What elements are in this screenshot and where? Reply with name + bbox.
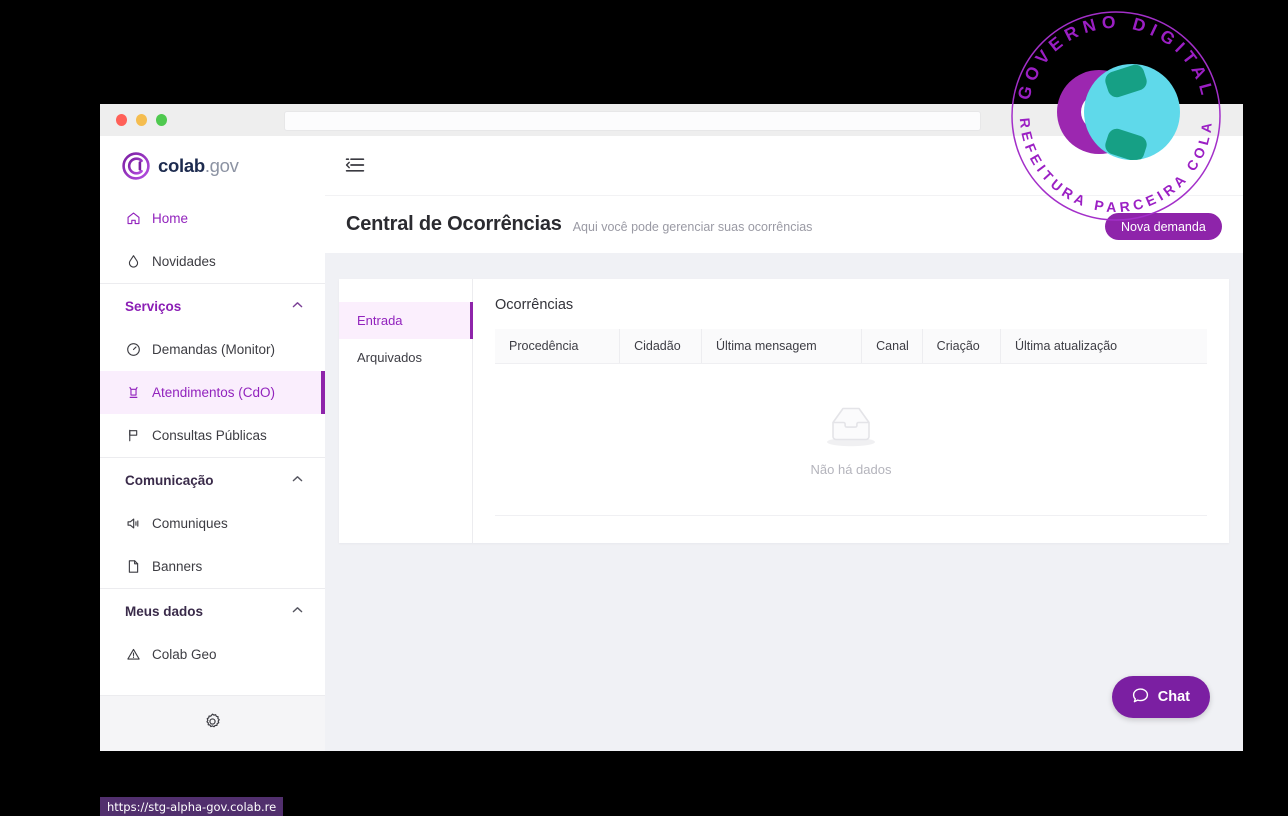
tab-label: Entrada xyxy=(357,313,403,328)
table-body: Não há dados xyxy=(495,363,1207,516)
chevron-up-icon xyxy=(292,475,303,486)
flame-icon xyxy=(125,254,141,270)
home-icon xyxy=(125,211,141,227)
occurrences-table-wrap: Procedência Cidadão Última mensagem Cana… xyxy=(495,329,1207,516)
window-minimize-button[interactable] xyxy=(136,114,147,126)
ocorrencias-panel: Ocorrências Procedência Cidadão Última m… xyxy=(473,279,1229,543)
sidebar-item-colab-geo[interactable]: Colab Geo xyxy=(100,633,325,676)
column-header-ultima-mensagem[interactable]: Última mensagem xyxy=(700,329,862,364)
sidebar-item-atendimentos-cdo[interactable]: Atendimentos (CdO) xyxy=(100,371,325,414)
column-header-criacao[interactable]: Criação xyxy=(921,329,1001,364)
sidebar-footer xyxy=(100,695,325,751)
status-url-tooltip: https://stg-alpha-gov.colab.re xyxy=(100,797,284,816)
window-close-button[interactable] xyxy=(116,114,127,126)
topbar xyxy=(325,136,1243,195)
tab-label: Arquivados xyxy=(357,350,423,365)
sidebar-item-label: Comuniques xyxy=(152,516,228,531)
document-icon xyxy=(125,559,141,575)
map-marker-icon xyxy=(125,647,141,663)
chat-button[interactable]: Chat xyxy=(1111,676,1210,718)
sidebar-item-comuniques[interactable]: Comuniques xyxy=(100,502,325,545)
flag-icon xyxy=(125,428,141,444)
sidebar-item-novidades[interactable]: Novidades xyxy=(100,240,325,283)
sidebar-group-comunicacao[interactable]: Comunicação xyxy=(100,457,325,502)
chat-bubble-icon xyxy=(1132,687,1149,708)
nova-demanda-label: Nova demanda xyxy=(1121,219,1206,234)
sidebar-group-servicos[interactable]: Serviços xyxy=(100,283,325,328)
card-tabs: Entrada Arquivados xyxy=(339,279,473,543)
sidebar-item-banners[interactable]: Banners xyxy=(100,545,325,588)
sidebar-item-label: Colab Geo xyxy=(152,647,217,662)
occurrences-table: Procedência Cidadão Última mensagem Cana… xyxy=(495,329,1207,516)
sidebar-nav: Home Novidades Serviços Demandas (Monito… xyxy=(100,195,325,695)
tab-entrada[interactable]: Entrada xyxy=(339,302,473,339)
chevron-up-icon xyxy=(292,606,303,617)
brand-name-suffix: .gov xyxy=(204,154,239,176)
svg-text:GOVERNO DIGITAL: GOVERNO DIGITAL xyxy=(1013,12,1218,102)
window-maximize-button[interactable] xyxy=(156,114,167,126)
nova-demanda-button[interactable]: Nova demanda xyxy=(1105,213,1222,240)
ocorrencias-card: Entrada Arquivados Ocorrências Procedênc… xyxy=(339,279,1229,543)
sidebar-item-consultas-publicas[interactable]: Consultas Públicas xyxy=(100,414,325,457)
empty-state-text: Não há dados xyxy=(810,461,892,477)
gear-icon[interactable] xyxy=(203,712,222,736)
empty-state-cell: Não há dados xyxy=(495,363,1207,516)
app-viewport: colab.gov Home Novidades Serviços Demand… xyxy=(100,136,1243,751)
speaker-icon xyxy=(125,516,141,532)
sidebar-group-label: Serviços xyxy=(125,298,182,314)
sidebar-group-label: Comunicação xyxy=(125,472,214,488)
sidebar-item-label: Consultas Públicas xyxy=(152,428,267,443)
sidebar-item-label: Novidades xyxy=(152,254,216,269)
panel-title: Ocorrências xyxy=(495,297,574,313)
table-header: Procedência Cidadão Última mensagem Cana… xyxy=(495,329,1207,364)
tab-arquivados[interactable]: Arquivados xyxy=(339,339,472,376)
column-header-canal[interactable]: Canal xyxy=(861,329,923,364)
sidebar-item-demandas-monitor[interactable]: Demandas (Monitor) xyxy=(100,328,325,371)
browser-chrome xyxy=(100,104,1243,136)
brand-logo-area[interactable]: colab.gov xyxy=(100,136,325,195)
brand-text: colab.gov xyxy=(158,155,239,177)
sidebar-item-label: Home xyxy=(152,211,189,226)
browser-window: colab.gov Home Novidades Serviços Demand… xyxy=(100,104,1243,751)
main-content: Entrada Arquivados Ocorrências Procedênc… xyxy=(325,253,1243,751)
sidebar-group-meus-dados[interactable]: Meus dados xyxy=(100,588,325,633)
column-header-cidadao[interactable]: Cidadão xyxy=(619,329,702,364)
sidebar-group-label: Meus dados xyxy=(125,603,204,619)
empty-inbox-icon xyxy=(819,402,883,454)
chevron-up-icon xyxy=(292,301,303,312)
sidebar: colab.gov Home Novidades Serviços Demand… xyxy=(100,136,325,751)
page-subtitle: Aqui você pode gerenciar suas ocorrência… xyxy=(572,219,813,234)
chat-label: Chat xyxy=(1157,689,1190,705)
column-header-ultima-atualizacao[interactable]: Última atualização xyxy=(999,329,1207,364)
megaphone-icon xyxy=(125,385,141,401)
page-title: Central de Ocorrências xyxy=(346,213,562,235)
seal-top-text: GOVERNO DIGITAL xyxy=(1013,12,1213,102)
status-url-text: https://stg-alpha-gov.colab.re xyxy=(107,799,277,814)
empty-state: Não há dados xyxy=(495,402,1207,477)
gauge-icon xyxy=(125,342,141,358)
sidebar-collapse-icon[interactable] xyxy=(345,156,365,176)
table-header-row: Procedência Cidadão Última mensagem Cana… xyxy=(495,329,1207,364)
column-header-procedencia[interactable]: Procedência xyxy=(495,329,620,364)
table-empty-row: Não há dados xyxy=(495,363,1207,516)
traffic-lights xyxy=(116,114,167,126)
sidebar-item-label: Banners xyxy=(152,559,203,574)
sidebar-item-label: Atendimentos (CdO) xyxy=(152,385,276,400)
address-bar[interactable] xyxy=(284,111,981,131)
brand-name-primary: colab xyxy=(158,154,205,176)
sidebar-item-home[interactable]: Home xyxy=(100,197,325,240)
colab-circle-logo-icon xyxy=(122,151,150,180)
sidebar-item-label: Demandas (Monitor) xyxy=(152,342,276,357)
